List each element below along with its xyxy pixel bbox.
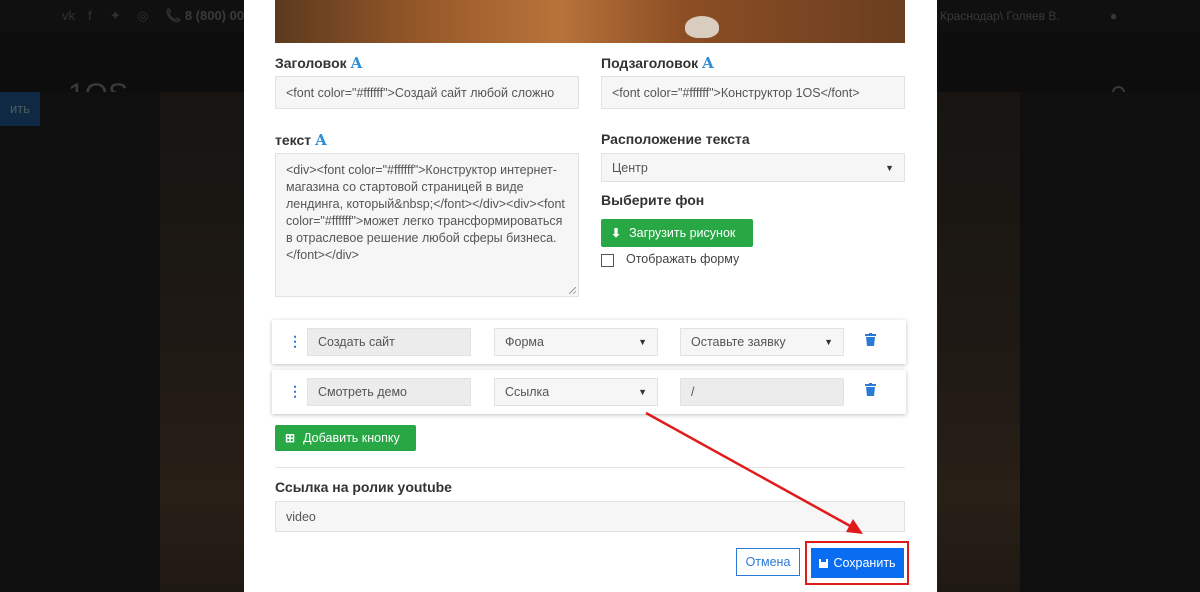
drag-handle-icon[interactable]: ⋮ — [288, 333, 302, 350]
add-button-label: Добавить кнопку — [303, 431, 400, 445]
text-color-icon[interactable]: A — [702, 54, 714, 72]
trash-icon[interactable] — [865, 333, 876, 346]
chevron-down-icon: ▼ — [885, 162, 894, 173]
text-label: текст A — [275, 131, 327, 149]
trash-icon[interactable] — [865, 383, 876, 396]
text-position-select[interactable]: Центр ▼ — [601, 153, 905, 182]
heading-label: Заголовок A — [275, 54, 363, 72]
button-type-value: Ссылка — [505, 385, 550, 399]
chevron-down-icon: ▼ — [824, 337, 833, 347]
annotation-highlight-box — [805, 541, 909, 585]
upload-image-label: Загрузить рисунок — [629, 226, 736, 240]
show-form-checkbox[interactable] — [601, 254, 614, 267]
text-position-value: Центр — [612, 160, 648, 175]
drag-handle-icon[interactable]: ⋮ — [288, 383, 302, 400]
plus-square-icon: ⊞ — [285, 431, 296, 445]
edit-slide-modal: Заголовок A <font color="#ffffff">Создай … — [244, 0, 937, 592]
button-link-input[interactable]: / — [680, 378, 844, 406]
heading-input[interactable]: <font color="#ffffff">Создай сайт любой … — [275, 76, 579, 109]
button-text-input[interactable]: Создать сайт — [307, 328, 471, 356]
button-row: ⋮ Смотреть демо Ссылка ▼ / — [272, 370, 906, 414]
resize-handle-icon[interactable] — [569, 287, 576, 294]
slide-preview-image — [275, 0, 905, 43]
show-form-label: Отображать форму — [626, 252, 740, 266]
preview-figure — [685, 16, 719, 38]
youtube-input[interactable]: video — [275, 501, 905, 532]
text-position-label: Расположение текста — [601, 131, 750, 147]
subheading-label: Подзаголовок A — [601, 54, 714, 72]
text-color-icon[interactable]: A — [351, 54, 363, 72]
button-type-select[interactable]: Форма ▼ — [494, 328, 658, 356]
button-text-input[interactable]: Смотреть демо — [307, 378, 471, 406]
button-type-value: Форма — [505, 335, 544, 349]
text-color-icon[interactable]: A — [315, 131, 327, 149]
button-target-select[interactable]: Оставьте заявку ▼ — [680, 328, 844, 356]
download-icon: ⬇ — [611, 226, 622, 240]
text-textarea-value: <div><font color="#ffffff">Конструктор и… — [286, 163, 565, 262]
chevron-down-icon: ▼ — [638, 337, 647, 347]
chevron-down-icon: ▼ — [638, 387, 647, 397]
divider — [275, 467, 905, 468]
button-target-value: Оставьте заявку — [691, 335, 786, 349]
youtube-label: Ссылка на ролик youtube — [275, 479, 452, 495]
cancel-button[interactable]: Отмена — [736, 548, 800, 576]
subheading-input[interactable]: <font color="#ffffff">Конструктор 1OS</f… — [601, 76, 905, 109]
background-label: Выберите фон — [601, 192, 705, 208]
button-row: ⋮ Создать сайт Форма ▼ Оставьте заявку ▼ — [272, 320, 906, 364]
button-type-select[interactable]: Ссылка ▼ — [494, 378, 658, 406]
upload-image-button[interactable]: ⬇ Загрузить рисунок — [601, 219, 753, 247]
add-button-button[interactable]: ⊞ Добавить кнопку — [275, 425, 416, 451]
text-textarea[interactable]: <div><font color="#ffffff">Конструктор и… — [275, 153, 579, 297]
